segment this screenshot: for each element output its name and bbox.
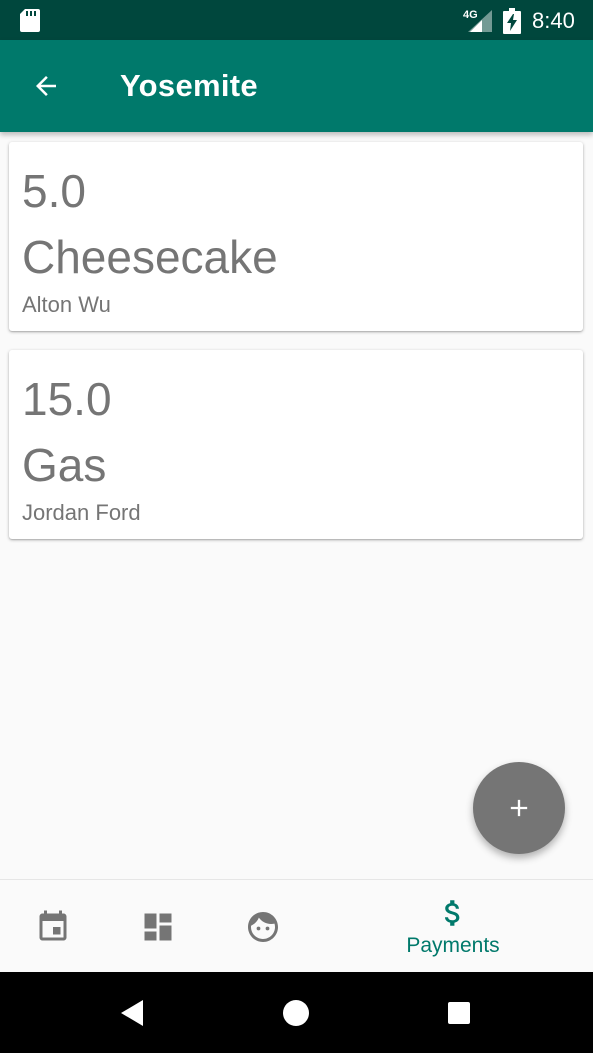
payment-card[interactable]: 15.0 Gas Jordan Ford [9, 350, 583, 539]
nav-item-dashboard[interactable] [125, 880, 191, 973]
payment-payer: Alton Wu [22, 292, 111, 317]
payment-amount: 15.0 [22, 373, 112, 425]
battery-charging-icon [503, 8, 521, 34]
calendar-icon [39, 910, 67, 940]
system-recents-button[interactable] [432, 986, 486, 1040]
arrow-back-icon [36, 76, 56, 96]
system-navigation-bar [0, 972, 593, 1053]
payment-amount: 5.0 [22, 165, 86, 217]
triangle-back-icon [121, 1000, 143, 1026]
nav-item-payments[interactable]: Payments [386, 880, 520, 973]
nav-item-face[interactable] [230, 880, 296, 973]
payment-description: Cheesecake [22, 231, 278, 283]
nav-item-calendar[interactable] [20, 880, 86, 973]
plus-icon [510, 799, 528, 817]
square-recents-icon [448, 1002, 470, 1024]
add-payment-button[interactable] [473, 762, 565, 854]
sd-card-icon [20, 9, 40, 32]
signal-icon [468, 10, 492, 32]
payment-payer: Jordan Ford [22, 500, 141, 525]
bottom-navigation: Payments [0, 879, 593, 973]
dollar-icon [444, 899, 460, 926]
payment-description: Gas [22, 439, 107, 491]
dashboard-icon [144, 913, 172, 940]
back-button[interactable] [22, 62, 70, 110]
app-bar: Yosemite [0, 40, 593, 132]
circle-home-icon [283, 1000, 309, 1026]
page-title: Yosemite [120, 68, 258, 103]
face-icon [248, 911, 278, 942]
nav-label-payments: Payments [406, 933, 500, 957]
status-clock: 8:40 [532, 8, 575, 33]
status-bar: 4G 8:40 [0, 0, 593, 40]
screen: 4G 8:40 Yosemite 5.0 Cheesecake Alton Wu… [0, 0, 593, 1053]
payment-card[interactable]: 5.0 Cheesecake Alton Wu [9, 142, 583, 331]
system-back-button[interactable] [105, 986, 159, 1040]
system-home-button[interactable] [269, 986, 323, 1040]
